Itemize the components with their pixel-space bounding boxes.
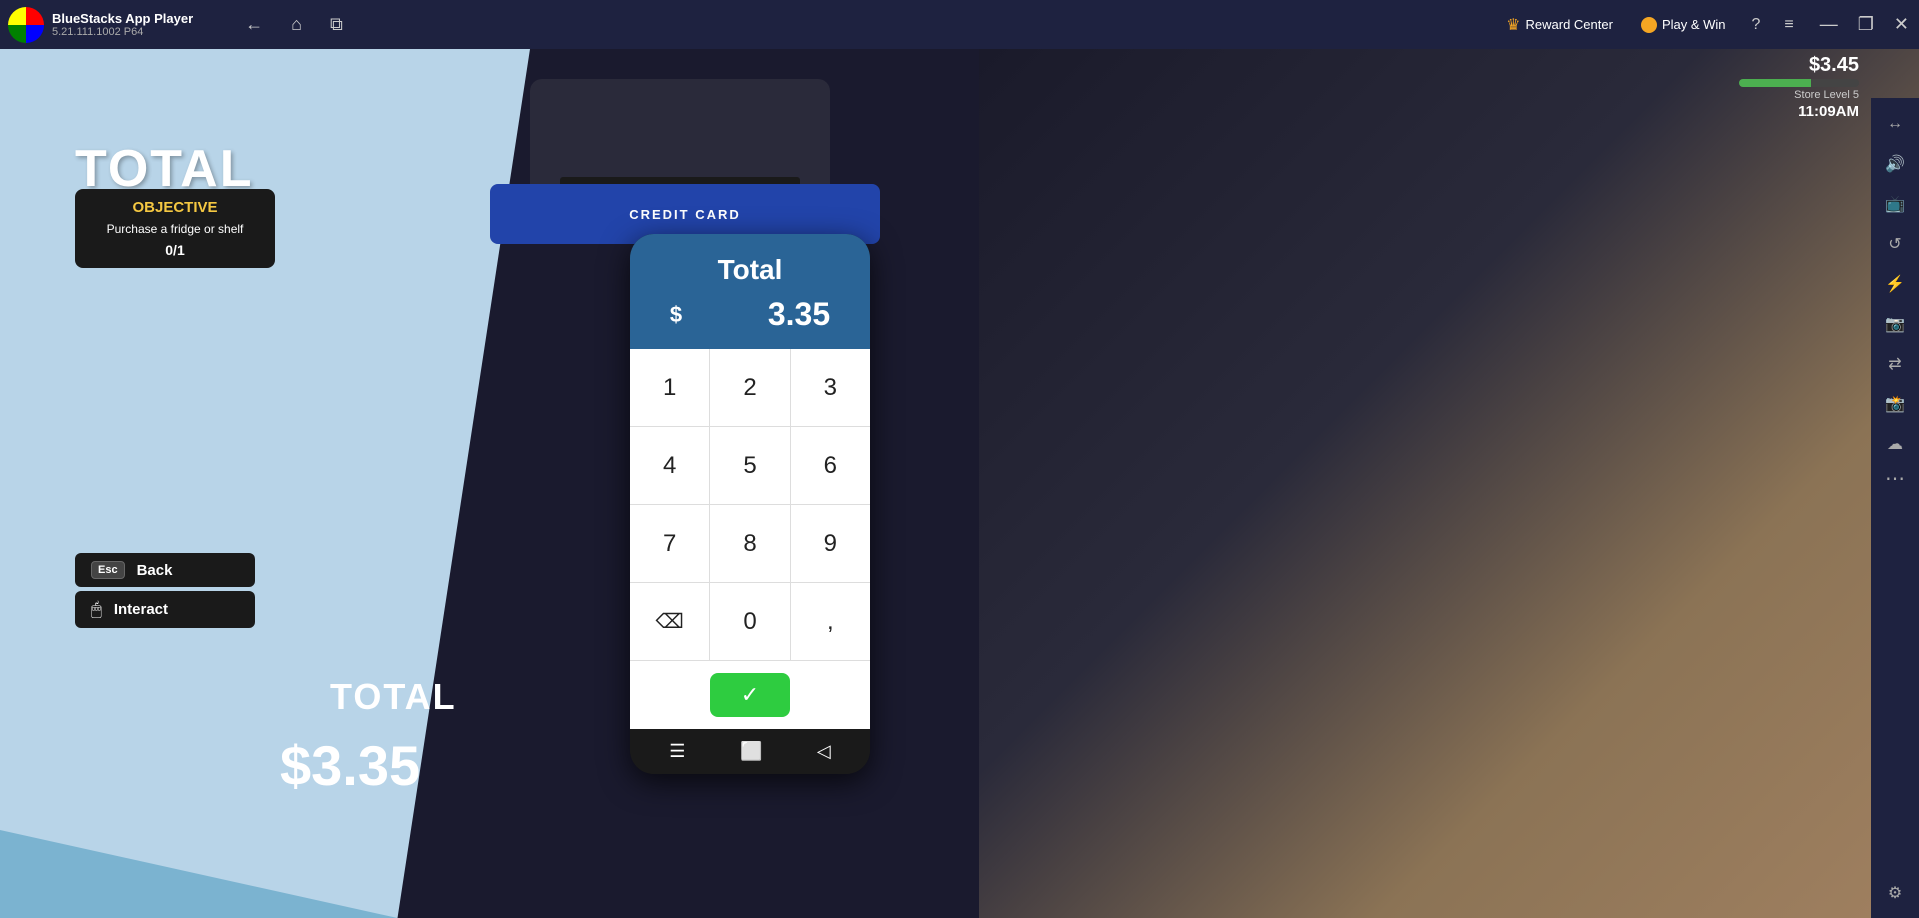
minimize-button[interactable]: —: [1810, 0, 1848, 49]
confirm-row: ✓: [630, 661, 870, 729]
game-area: TOTAL OBJECTIVE Purchase a fridge or she…: [0, 49, 1919, 918]
menu-button[interactable]: ≡: [1776, 12, 1801, 38]
confirm-button[interactable]: ✓: [710, 673, 790, 717]
sidebar-flash-icon[interactable]: ⚡: [1877, 266, 1913, 302]
home-button[interactable]: ⌂: [283, 10, 310, 39]
nav-buttons: ← ⌂ ⧉: [237, 10, 351, 39]
total-bottom-label: TOTAL: [330, 676, 457, 718]
terminal-dollar-sign: $: [670, 302, 682, 328]
hud-level-fill: [1739, 79, 1811, 87]
controls-box: Esc Back 🖱 Interact: [75, 553, 255, 628]
sidebar-screenshot-icon[interactable]: 📸: [1877, 386, 1913, 422]
nav-back-icon[interactable]: ◁: [817, 741, 831, 762]
sidebar-expand-icon[interactable]: ↔: [1877, 106, 1913, 142]
interact-label: Interact: [114, 601, 168, 618]
back-label: Back: [137, 562, 173, 579]
back-control: Esc Back: [75, 553, 255, 587]
crown-icon: ♛: [1506, 15, 1520, 35]
title-bar-right: ♛ Reward Center Play & Win ? ≡ — ❐ ✕: [1496, 0, 1919, 49]
title-bar: BlueStacks App Player 5.21.111.1002 P64 …: [0, 0, 1919, 49]
sidebar-swap-icon[interactable]: ⇄: [1877, 346, 1913, 382]
terminal-amount-row: $ 3.35: [646, 296, 854, 333]
close-button[interactable]: ✕: [1884, 0, 1919, 49]
hud-money: $3.45: [1809, 54, 1859, 77]
hud-time: 11:09AM: [1798, 103, 1859, 120]
play-win-icon: [1641, 17, 1657, 33]
window-controls: — ❐ ✕: [1810, 0, 1919, 49]
objective-title: OBJECTIVE: [91, 199, 259, 216]
nav-home-icon[interactable]: ⬜: [740, 741, 762, 762]
terminal-header: Total $ 3.35: [630, 234, 870, 349]
app-version: 5.21.111.1002 P64: [52, 26, 197, 38]
key-8[interactable]: 8: [710, 505, 789, 582]
play-win-label: Play & Win: [1662, 17, 1726, 32]
reward-center-label: Reward Center: [1526, 17, 1613, 32]
help-button[interactable]: ?: [1744, 12, 1769, 38]
sidebar-cloud-icon[interactable]: ☁: [1877, 426, 1913, 462]
esc-key: Esc: [91, 561, 125, 579]
reward-center-button[interactable]: ♛ Reward Center: [1496, 11, 1623, 39]
right-sidebar: ↔ 🔊 📺 ↺ ⚡ 📷 ⇄ 📸 ☁ ⋯ ⚙ ⤢: [1871, 98, 1919, 918]
play-win-button[interactable]: Play & Win: [1631, 13, 1736, 37]
game-hud: $3.45 Store Level 5 11:09AM: [1739, 54, 1859, 120]
app-name: BlueStacks App Player: [52, 11, 193, 26]
restore-button[interactable]: ❐: [1848, 0, 1884, 49]
objective-box: OBJECTIVE Purchase a fridge or shelf 0/1: [75, 189, 275, 268]
terminal-keypad: 1 2 3 4 5 6 7 8 9 ⌫ 0 ,: [630, 349, 870, 661]
objective-progress: 0/1: [91, 242, 259, 258]
key-0[interactable]: 0: [710, 583, 789, 660]
sidebar-settings-icon[interactable]: ⚙: [1877, 875, 1913, 911]
hud-level-bar: [1739, 79, 1859, 87]
terminal-total-label: Total: [646, 254, 854, 286]
terminal-bottom-nav: ☰ ⬜ ◁: [630, 729, 870, 774]
key-5[interactable]: 5: [710, 427, 789, 504]
key-2[interactable]: 2: [710, 349, 789, 426]
right-scene: [979, 49, 1919, 918]
key-4[interactable]: 4: [630, 427, 709, 504]
sidebar-more[interactable]: ⋯: [1885, 466, 1905, 491]
key-backspace[interactable]: ⌫: [630, 583, 709, 660]
scene-background: [979, 49, 1919, 918]
pos-terminal[interactable]: Total $ 3.35 1 2 3 4 5 6 7 8 9 ⌫ 0 , ✓ ☰: [630, 234, 870, 774]
key-9[interactable]: 9: [791, 505, 870, 582]
total-bottom-amount: $3.35: [280, 733, 420, 798]
sidebar-refresh-icon[interactable]: ↺: [1877, 226, 1913, 262]
check-icon: ✓: [741, 682, 759, 708]
key-3[interactable]: 3: [791, 349, 870, 426]
app-logo: [8, 7, 44, 43]
key-1[interactable]: 1: [630, 349, 709, 426]
sidebar-sound-icon[interactable]: 🔊: [1877, 146, 1913, 182]
key-7[interactable]: 7: [630, 505, 709, 582]
mouse-icon: 🖱: [91, 599, 102, 620]
terminal-amount: 3.35: [690, 296, 830, 333]
interact-control: 🖱 Interact: [75, 591, 255, 628]
hud-level-text: Store Level 5: [1794, 89, 1859, 101]
objective-description: Purchase a fridge or shelf: [91, 222, 259, 236]
sidebar-tv-icon[interactable]: 📺: [1877, 186, 1913, 222]
credit-card-label: CREDIT CARD: [629, 207, 741, 222]
tabs-button[interactable]: ⧉: [322, 10, 351, 39]
key-6[interactable]: 6: [791, 427, 870, 504]
sidebar-camera-icon[interactable]: 📷: [1877, 306, 1913, 342]
key-comma[interactable]: ,: [791, 583, 870, 660]
nav-menu-icon[interactable]: ☰: [669, 741, 685, 762]
back-button[interactable]: ←: [237, 10, 271, 39]
